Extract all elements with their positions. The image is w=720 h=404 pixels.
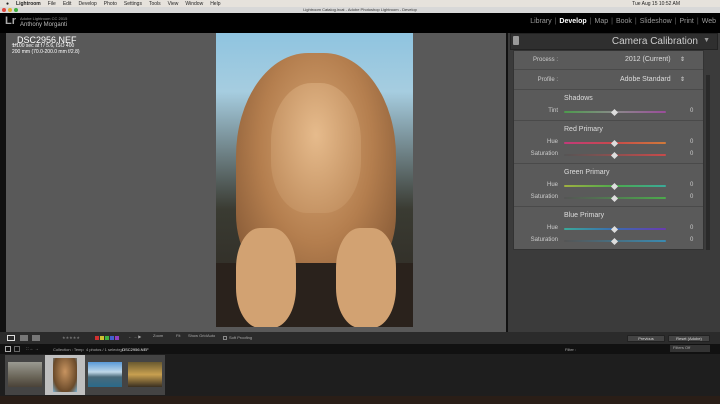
module-map[interactable]: Map: [594, 18, 608, 25]
process-select[interactable]: 2012 (Current): [625, 56, 671, 63]
shadows-tint-value[interactable]: 0: [690, 108, 693, 114]
collapse-triangle-icon[interactable]: ▼: [703, 37, 710, 44]
display-1-icon[interactable]: [5, 346, 11, 352]
module-picker: Library | Develop | Map | Book | Slideshow | …: [530, 18, 716, 25]
filter-label: Filter :: [565, 347, 577, 352]
rating-stars[interactable]: ★★★★★: [62, 335, 80, 340]
filmstrip-thumb-3[interactable]: [85, 355, 125, 395]
red-saturation-value[interactable]: 0: [690, 151, 693, 157]
module-print[interactable]: Print: [679, 18, 693, 25]
menu-window[interactable]: Window: [185, 1, 203, 7]
menu-develop[interactable]: Develop: [78, 1, 96, 7]
menu-photo[interactable]: Photo: [104, 1, 117, 7]
previous-button[interactable]: Previous: [627, 335, 665, 342]
blue-saturation-value[interactable]: 0: [690, 237, 693, 243]
soft-proofing-checkbox[interactable]: [223, 336, 227, 340]
minimize-button[interactable]: [8, 8, 12, 12]
green-saturation-label: Saturation: [530, 194, 558, 200]
module-book[interactable]: Book: [616, 18, 632, 25]
panel-scrollbar[interactable]: [706, 75, 710, 250]
module-slideshow[interactable]: Slideshow: [640, 18, 672, 25]
display-2-icon[interactable]: [14, 346, 20, 352]
menu-view[interactable]: View: [168, 1, 179, 7]
process-chevron-icon[interactable]: ⇕: [680, 56, 685, 63]
red-primary-heading: Red Primary: [564, 126, 603, 133]
menu-edit[interactable]: Edit: [63, 1, 72, 7]
blue-primary-heading: Blue Primary: [564, 212, 605, 219]
lr-logo: Lr: [5, 15, 16, 27]
clock: Tue Aug 15 10:52 AM: [632, 0, 680, 7]
info-lens: 200 mm (70.0-200.0 mm f/2.8): [12, 49, 80, 55]
green-hue-label: Hue: [546, 182, 558, 188]
soft-proofing-label[interactable]: Soft Proofing: [229, 335, 252, 340]
main-photo[interactable]: [216, 33, 413, 327]
thumbnail-image[interactable]: [128, 362, 162, 387]
nav-arrows-icon[interactable]: ← → ▶: [128, 334, 141, 339]
selected-filename[interactable]: _DSC2956.NEF: [120, 347, 149, 352]
red-saturation-label: Saturation: [530, 151, 558, 157]
zoom-label: Zoom: [153, 333, 164, 338]
compare-icon[interactable]: [32, 335, 40, 341]
green-hue-value[interactable]: 0: [690, 182, 693, 188]
blue-hue-value[interactable]: 0: [690, 225, 693, 231]
profile-select[interactable]: Adobe Standard: [620, 76, 671, 83]
toolbar: ★★★★★ ← → ▶ Zoom Fit Show Grid Auto Soft…: [0, 332, 720, 344]
close-button[interactable]: [2, 8, 6, 12]
thumbnail-image[interactable]: [53, 358, 77, 392]
identity-name: Anthony Morganti: [20, 22, 68, 28]
menu-settings[interactable]: Settings: [124, 1, 142, 7]
reset-button[interactable]: Reset (Adobe): [668, 335, 710, 342]
apple-icon[interactable]: ●: [6, 1, 9, 7]
mac-menubar: ● Lightroom File Edit Develop Photo Sett…: [0, 0, 720, 7]
module-develop[interactable]: Develop: [559, 18, 586, 25]
menu-tools[interactable]: Tools: [149, 1, 161, 7]
profile-label: Profile :: [537, 77, 558, 83]
filter-select[interactable]: Filters Off: [670, 345, 710, 352]
filmstrip-thumb-1[interactable]: [5, 355, 45, 395]
module-web[interactable]: Web: [702, 18, 716, 25]
menu-app[interactable]: Lightroom: [16, 1, 41, 7]
grid-label: Show Grid: [188, 333, 207, 338]
process-label: Process :: [532, 57, 558, 63]
info-overlay: _DSC2956.NEF 1/100 sec at f / 5.6, ISO 4…: [12, 36, 80, 56]
source-label[interactable]: Collection : Temp: [53, 347, 84, 352]
thumbnail-image[interactable]: [88, 362, 122, 387]
grid-value[interactable]: Auto: [207, 333, 215, 338]
shadows-tint-label: Tint: [548, 108, 558, 114]
thumbnail-image[interactable]: [8, 362, 42, 387]
green-primary-heading: Green Primary: [564, 169, 610, 176]
panel-title[interactable]: Camera Calibration: [612, 36, 698, 47]
desktop-strip: [0, 396, 720, 404]
panel-toggle-switch[interactable]: [513, 36, 519, 45]
filmstrip-bar: ∷ ← → Collection : Temp 4 photos / 1 sel…: [0, 344, 720, 354]
menu-file[interactable]: File: [48, 1, 56, 7]
loupe-view-icon[interactable]: [7, 335, 15, 341]
shadows-heading: Shadows: [564, 95, 593, 102]
blue-saturation-label: Saturation: [530, 237, 558, 243]
zoom-button[interactable]: [14, 8, 18, 12]
module-library[interactable]: Library: [530, 18, 551, 25]
color-labels[interactable]: [95, 336, 120, 341]
filmstrip-thumb-4[interactable]: [125, 355, 165, 395]
green-saturation-value[interactable]: 0: [690, 194, 693, 200]
before-after-icon[interactable]: [20, 335, 28, 341]
zoom-value[interactable]: Fit: [176, 333, 180, 338]
profile-chevron-icon[interactable]: ⇕: [680, 76, 685, 83]
grid-nav-icon[interactable]: ∷ ← →: [26, 346, 39, 351]
identity-plate: Adobe Lightroom CC 2015 Anthony Morganti: [20, 16, 67, 28]
red-hue-value[interactable]: 0: [690, 139, 693, 145]
filmstrip-thumb-2[interactable]: [45, 355, 85, 395]
blue-hue-label: Hue: [546, 225, 558, 231]
menu-help[interactable]: Help: [210, 1, 220, 7]
red-hue-label: Hue: [546, 139, 558, 145]
